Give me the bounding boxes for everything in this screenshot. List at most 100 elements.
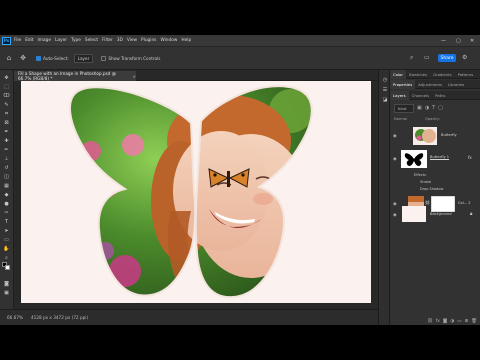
shape-tool-icon[interactable]: ▭ xyxy=(2,236,11,243)
layers-panel-tabs: Layers Channels Paths xyxy=(390,90,480,100)
libraries-icon[interactable]: ◪ xyxy=(381,96,389,103)
menu-layer[interactable]: Layer xyxy=(55,38,67,43)
layer-thumbnail xyxy=(402,206,426,222)
layers-blend-row: Normal Opacity: xyxy=(390,114,480,123)
close-tab-icon[interactable]: × xyxy=(132,74,136,79)
healing-tool-icon[interactable]: ✚ xyxy=(2,137,11,144)
tab-adjustments[interactable]: Adjustments xyxy=(415,80,445,89)
maximize-button[interactable]: ▢ xyxy=(456,35,461,46)
path-select-tool-icon[interactable]: ➤ xyxy=(2,227,11,234)
hand-tool-icon[interactable]: ✋ xyxy=(2,245,11,252)
background-color-swatch[interactable] xyxy=(5,265,10,270)
pen-tool-icon[interactable]: ✑ xyxy=(2,209,11,216)
layers-filter-row: Kind ▣ ◑ T ▢ xyxy=(390,102,480,114)
options-bar: ⌂ ✥ Auto-Select: Layer Show Transform Co… xyxy=(0,46,480,70)
menu-view[interactable]: View xyxy=(127,38,137,43)
eye-icon[interactable]: ◉ xyxy=(393,133,397,138)
filter-type-icon[interactable]: T xyxy=(432,105,435,111)
menu-filter[interactable]: Filter xyxy=(102,38,113,43)
tab-paths[interactable]: Paths xyxy=(432,91,448,100)
history-brush-tool-icon[interactable]: ↺ xyxy=(2,164,11,171)
quick-mask-icon[interactable]: ◙ xyxy=(2,280,11,287)
gear-icon[interactable]: ⚙ xyxy=(462,54,467,61)
trash-icon[interactable]: 🗑︎ xyxy=(471,319,477,324)
share-button[interactable]: Share xyxy=(438,54,456,62)
adjustment-icon[interactable]: ◑ xyxy=(450,319,454,324)
gradient-tool-icon[interactable]: ▦ xyxy=(2,182,11,189)
close-window-button[interactable]: ✕ xyxy=(470,35,474,46)
new-group-icon[interactable]: ▭ xyxy=(457,319,461,324)
link-layers-icon[interactable]: ⛓ xyxy=(427,319,433,324)
marquee-tool-icon[interactable]: ⬚ xyxy=(2,83,11,90)
letterbox-top xyxy=(0,0,480,35)
layer-row-butterfly[interactable]: ◉ Butterfly xyxy=(390,125,480,147)
brush-tool-icon[interactable]: ✏ xyxy=(2,146,11,153)
filter-shape-icon[interactable]: ▢ xyxy=(438,105,443,111)
screen-mode-icon[interactable]: ▣ xyxy=(2,289,11,296)
new-layer-icon[interactable]: ⊞ xyxy=(465,319,469,324)
workspace-icon[interactable]: ▭ xyxy=(424,54,430,61)
tab-libraries[interactable]: Libraries xyxy=(445,80,467,89)
move-tool-icon[interactable]: ✥ xyxy=(2,74,11,81)
tab-properties[interactable]: Properties xyxy=(390,79,416,89)
crop-tool-icon[interactable]: ⌗ xyxy=(2,110,11,117)
tab-swatches[interactable]: Swatches xyxy=(406,70,430,79)
menu-window[interactable]: Window xyxy=(160,38,177,43)
right-panel: Color Swatches Gradients Patterns Proper… xyxy=(390,69,480,325)
type-tool-icon[interactable]: T xyxy=(2,218,11,225)
filter-pixel-icon[interactable]: ▣ xyxy=(417,105,422,111)
fx-icon[interactable]: fx xyxy=(436,319,440,324)
search-icon[interactable]: ⌕ xyxy=(410,54,413,62)
menu-plugins[interactable]: Plugins xyxy=(141,38,156,43)
document-canvas[interactable] xyxy=(21,81,371,303)
stamp-tool-icon[interactable]: ⊥ xyxy=(2,155,11,162)
blur-tool-icon[interactable]: ◆ xyxy=(2,191,11,198)
menu-image[interactable]: Image xyxy=(38,38,51,43)
fx-icon[interactable]: fx xyxy=(468,155,472,160)
menu-file[interactable]: File xyxy=(14,38,21,43)
add-mask-icon[interactable]: ◙ xyxy=(443,319,447,324)
dodge-tool-icon[interactable]: ● xyxy=(2,200,11,207)
letterbox-bottom xyxy=(0,325,480,360)
layer-kind-filter[interactable]: Kind xyxy=(394,103,414,113)
tab-layers[interactable]: Layers xyxy=(390,90,409,100)
menu-select[interactable]: Select xyxy=(85,38,98,43)
effects-label: Effects xyxy=(414,173,426,177)
auto-select-checkbox[interactable] xyxy=(36,55,41,61)
eraser-tool-icon[interactable]: ◫ xyxy=(2,173,11,180)
drop-shadow-effect[interactable]: Drop Shadow xyxy=(420,187,443,191)
zoom-level[interactable]: 66.67% xyxy=(7,315,23,320)
auto-select-target-dropdown[interactable]: Layer xyxy=(73,53,94,63)
move-tool-icon[interactable]: ✥ xyxy=(18,53,28,63)
home-icon[interactable]: ⌂ xyxy=(4,53,14,63)
properties-icon[interactable]: ☰ xyxy=(381,86,389,93)
status-bar: 66.67% 4128 px x 3472 px (72 ppi) xyxy=(0,309,378,325)
menu-help[interactable]: Help xyxy=(181,38,191,43)
lasso-tool-icon[interactable]: ↀ xyxy=(2,92,11,99)
zoom-tool-icon[interactable]: ⌕ xyxy=(2,254,11,261)
tab-channels[interactable]: Channels xyxy=(409,91,433,100)
stroke-effect[interactable]: Stroke xyxy=(420,180,431,184)
layer-row-background[interactable]: ◉ Background 🔒︎ xyxy=(390,204,480,226)
tab-color[interactable]: Color xyxy=(390,69,406,79)
lock-icon[interactable]: 🔒︎ xyxy=(470,211,472,217)
eye-icon[interactable]: ◉ xyxy=(393,156,397,161)
butterfly-artwork xyxy=(68,85,313,299)
menu-edit[interactable]: Edit xyxy=(25,38,33,43)
transform-controls-checkbox[interactable] xyxy=(101,55,107,61)
document-tab[interactable]: Fill a Shape with an Image in Photoshop.… xyxy=(14,71,136,81)
eye-icon[interactable]: ◉ xyxy=(393,212,397,217)
menu-type[interactable]: Type xyxy=(71,38,81,43)
history-icon[interactable]: ◷ xyxy=(381,76,389,83)
blend-mode-dropdown[interactable]: Normal xyxy=(394,117,407,121)
menu-3d[interactable]: 3D xyxy=(117,38,123,43)
quick-select-tool-icon[interactable]: ✎ xyxy=(2,101,11,108)
tab-gradients[interactable]: Gradients xyxy=(430,70,455,79)
tab-patterns[interactable]: Patterns xyxy=(455,70,477,79)
frame-tool-icon[interactable]: ⊠ xyxy=(2,119,11,126)
eyedropper-tool-icon[interactable]: ✒ xyxy=(2,128,11,135)
filter-adjustment-icon[interactable]: ◑ xyxy=(425,105,429,111)
layers-bottom-toolbar: ⛓ fx ◙ ◑ ▭ ⊞ 🗑︎ xyxy=(390,317,480,325)
layer-row-butterfly-shape[interactable]: ◉ Butterfly 1 fx xyxy=(390,148,480,170)
minimize-button[interactable]: — xyxy=(441,35,446,46)
